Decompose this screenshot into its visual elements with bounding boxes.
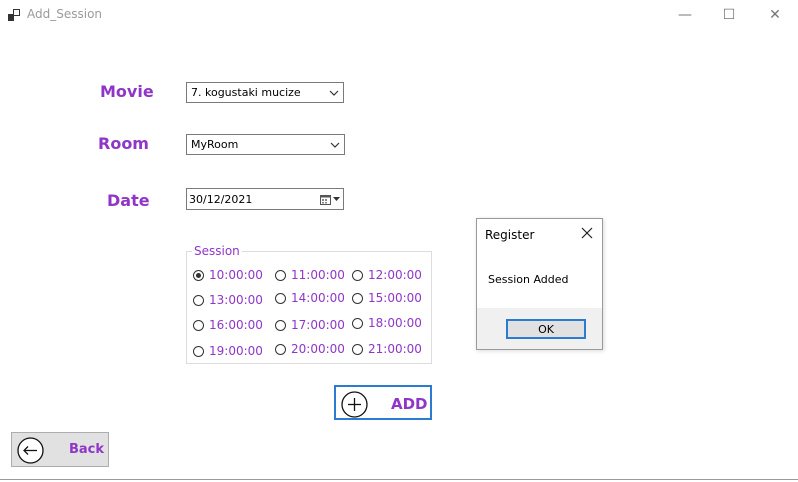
session-radio-label: 21:00:00	[368, 342, 422, 356]
bottom-border	[0, 479, 798, 480]
session-radio-label: 10:00:00	[209, 268, 263, 282]
session-radio-label: 17:00:00	[291, 318, 345, 332]
maximize-button[interactable]: ☐	[706, 0, 752, 30]
movie-label: Movie	[100, 82, 154, 101]
movie-dropdown-value: 7. kogustaki mucize	[191, 86, 301, 99]
date-label: Date	[107, 191, 150, 210]
back-button-label: Back	[69, 442, 105, 457]
session-group-title: Session	[192, 244, 242, 258]
session-radio-14[interactable]: 14:00:00	[275, 291, 345, 305]
session-radio-21[interactable]: 21:00:00	[352, 342, 422, 356]
date-picker-value: 30/12/2021	[189, 192, 253, 206]
session-radio-12[interactable]: 12:00:00	[352, 268, 422, 282]
session-radio-label: 16:00:00	[209, 318, 263, 332]
radio-icon	[193, 345, 204, 357]
window-title: Add_Session	[27, 7, 103, 21]
minimize-button[interactable]: —	[662, 0, 708, 30]
session-radio-15[interactable]: 15:00:00	[352, 291, 422, 305]
close-icon[interactable]	[580, 226, 594, 240]
radio-icon	[352, 343, 363, 355]
plus-circle-icon	[341, 391, 368, 418]
back-button[interactable]: Back	[11, 432, 109, 467]
session-radio-label: 13:00:00	[209, 293, 263, 307]
chevron-down-icon	[325, 83, 343, 102]
close-button[interactable]: ✕	[752, 0, 798, 30]
session-radio-label: 18:00:00	[368, 316, 422, 330]
radio-icon	[275, 343, 286, 355]
radio-icon	[352, 317, 363, 329]
ok-button[interactable]: OK	[506, 319, 586, 339]
session-radio-19[interactable]: 19:00:00	[193, 344, 263, 358]
session-radio-label: 11:00:00	[291, 268, 345, 282]
radio-icon	[352, 269, 363, 281]
calendar-icon[interactable]	[317, 189, 343, 209]
radio-icon	[275, 269, 286, 281]
radio-icon	[193, 294, 204, 306]
session-radio-17[interactable]: 17:00:00	[275, 318, 345, 332]
app-icon	[8, 9, 20, 21]
session-radio-label: 20:00:00	[291, 342, 345, 356]
dialog-title: Register	[485, 228, 535, 242]
add-button-label: ADD	[391, 395, 428, 413]
room-label: Room	[98, 134, 149, 153]
radio-icon	[193, 319, 204, 331]
radio-icon	[275, 292, 286, 304]
arrow-left-circle-icon	[17, 437, 44, 464]
title-bar: Add_Session — ☐ ✕	[0, 0, 798, 30]
message-dialog: Register Session Added OK	[476, 218, 603, 350]
session-radio-10[interactable]: 10:00:00	[193, 268, 263, 282]
session-radio-18[interactable]: 18:00:00	[352, 316, 422, 330]
session-radio-20[interactable]: 20:00:00	[275, 342, 345, 356]
room-dropdown-value: MyRoom	[191, 138, 239, 151]
session-radio-16[interactable]: 16:00:00	[193, 318, 263, 332]
session-radio-label: 14:00:00	[291, 291, 345, 305]
date-picker[interactable]: 30/12/2021	[186, 188, 344, 210]
radio-icon	[275, 319, 286, 331]
radio-selected-icon	[193, 269, 204, 281]
room-dropdown[interactable]: MyRoom	[186, 134, 345, 155]
session-radio-11[interactable]: 11:00:00	[275, 268, 345, 282]
radio-icon	[352, 292, 363, 304]
session-radio-label: 15:00:00	[368, 291, 422, 305]
movie-dropdown[interactable]: 7. kogustaki mucize	[186, 82, 344, 103]
chevron-down-icon	[326, 135, 344, 154]
add-button[interactable]: ADD	[334, 385, 432, 420]
session-radio-label: 19:00:00	[209, 344, 263, 358]
dialog-message: Session Added	[488, 273, 569, 286]
session-radio-label: 12:00:00	[368, 268, 422, 282]
session-radio-13[interactable]: 13:00:00	[193, 293, 263, 307]
